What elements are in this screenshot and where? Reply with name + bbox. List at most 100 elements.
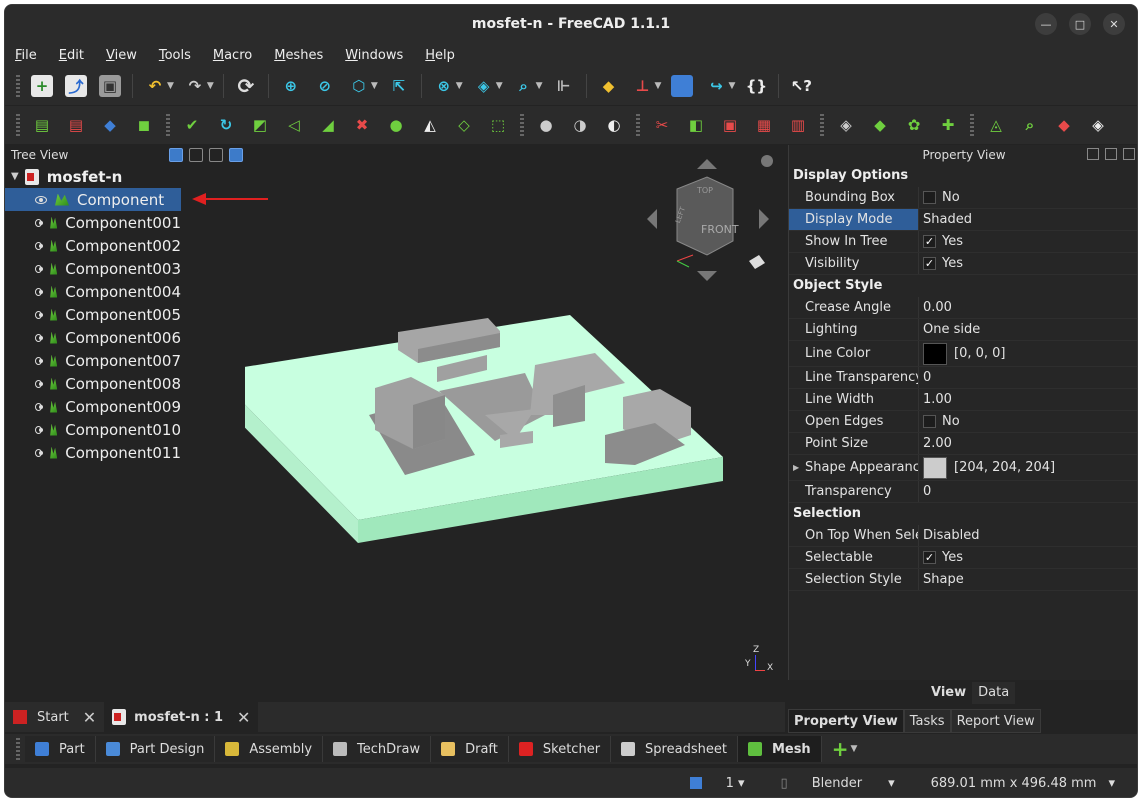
close-button[interactable]: ✕ [1103, 13, 1125, 35]
mesh-vertex-icon[interactable]: ◈ [1087, 114, 1109, 136]
property-value-cell[interactable]: 1.00 [919, 389, 1137, 410]
zoom-dropdown-icon[interactable]: ▼ [536, 81, 543, 91]
workbench-techdraw[interactable]: TechDraw [323, 736, 432, 762]
new-document-icon[interactable]: + [31, 75, 53, 97]
workbench-draft[interactable]: Draft [431, 736, 509, 762]
property-group-header[interactable]: Selection [789, 503, 1137, 525]
property-row[interactable]: Bounding Box No [789, 187, 1137, 209]
whats-this-icon[interactable]: ↖? [790, 75, 812, 97]
collapse-arrow-icon[interactable]: ▼ [11, 171, 19, 182]
color-swatch[interactable] [923, 342, 947, 365]
property-row[interactable]: On Top When Sele... Disabled [789, 525, 1137, 547]
tree-sync-icon[interactable] [189, 148, 203, 162]
property-row[interactable]: Selectable ✓ Yes [789, 547, 1137, 569]
tab-mosfet-n[interactable]: mosfet-n : 1 ✕ [104, 702, 259, 732]
workbench-part-design[interactable]: Part Design [95, 736, 216, 762]
mesh-cut-icon[interactable]: ✂ [651, 114, 673, 136]
tree-item[interactable]: Component004 [5, 280, 181, 303]
redo-icon[interactable]: ↷ [184, 75, 206, 97]
mesh-export-icon[interactable]: ▤ [65, 114, 87, 136]
tree-item[interactable]: Component008 [5, 372, 181, 395]
navcube-menu-icon[interactable] [761, 155, 773, 167]
mesh-smooth-icon[interactable]: ● [385, 114, 407, 136]
visibility-eye-icon[interactable] [35, 402, 44, 411]
box-view-dropdown-icon[interactable]: ▼ [496, 81, 503, 91]
mesh-polyhedron-icon[interactable]: ◬ [985, 114, 1007, 136]
tree-item[interactable]: Component005 [5, 303, 181, 326]
property-value-cell[interactable]: 2.00 [919, 433, 1137, 454]
fit-selection-icon[interactable]: ⊘ [314, 75, 336, 97]
view-isometric-icon[interactable]: ⬡ [348, 75, 370, 97]
link-icon[interactable]: ↪ [705, 75, 727, 97]
property-checkbox[interactable] [923, 415, 936, 428]
tree-dock-icon[interactable] [229, 148, 243, 162]
property-row[interactable]: Selection Style Shape [789, 569, 1137, 591]
mesh-segment-icon[interactable]: ◈ [835, 114, 857, 136]
link-dropdown-icon[interactable]: ▼ [728, 81, 735, 91]
property-row[interactable]: ▶ Shape Appearance [204, 204, 204] [789, 455, 1137, 481]
mesh-remesh-icon[interactable]: ◼ [133, 114, 155, 136]
property-row[interactable]: Line Width 1.00 [789, 389, 1137, 411]
visibility-eye-icon[interactable] [35, 425, 44, 434]
coordinate-dropdown-icon[interactable]: ▼ [655, 81, 662, 91]
coordinate-system-icon[interactable]: ⊥ [632, 75, 654, 97]
property-value-cell[interactable]: Shaded [919, 209, 1137, 230]
navcube-right-arrow-icon[interactable] [759, 209, 769, 229]
navigation-style-selector[interactable]: ▯ Blender ▾ [763, 776, 895, 791]
mesh-import-icon[interactable]: ▤ [31, 114, 53, 136]
mesh-union-icon[interactable]: ● [535, 114, 557, 136]
undo-dropdown-icon[interactable]: ▼ [167, 81, 174, 91]
color-swatch[interactable] [923, 456, 947, 479]
draw-style-icon[interactable]: ⊗ [433, 75, 455, 97]
property-float-icon[interactable] [1087, 148, 1099, 160]
menu-file[interactable]: File [15, 48, 37, 63]
property-dock-icon[interactable] [1105, 148, 1117, 160]
redo-dropdown-icon[interactable]: ▼ [207, 81, 214, 91]
visibility-eye-icon[interactable] [35, 310, 44, 319]
mesh-inspect-icon[interactable]: ⌕ [1019, 114, 1041, 136]
navcube-top-label[interactable]: TOP [696, 186, 713, 195]
macro-braces-icon[interactable]: {} [745, 75, 767, 97]
tab-view[interactable]: View [925, 682, 973, 704]
property-checkbox[interactable]: ✓ [923, 257, 936, 270]
tree-item[interactable]: Component001 [5, 211, 181, 234]
add-workbench-dropdown-icon[interactable]: ▼ [850, 744, 857, 754]
mesh-scale-icon[interactable]: ◭ [419, 114, 441, 136]
mesh-cross-sections-icon[interactable]: ▥ [787, 114, 809, 136]
mesh-analyze-icon[interactable]: ✔ [181, 114, 203, 136]
mesh-intersection-icon[interactable]: ◑ [569, 114, 591, 136]
group-folder-icon[interactable] [671, 75, 694, 97]
property-row[interactable]: Lighting One side [789, 319, 1137, 341]
navcube-left-arrow-icon[interactable] [647, 209, 657, 229]
property-value-cell[interactable]: One side [919, 319, 1137, 340]
property-close-icon[interactable] [1123, 148, 1135, 160]
visibility-eye-icon[interactable] [35, 448, 44, 457]
property-row[interactable]: Crease Angle 0.00 [789, 297, 1137, 319]
mesh-add-facet-icon[interactable]: ◢ [317, 114, 339, 136]
part-icon[interactable]: ◆ [598, 75, 620, 97]
tree-item[interactable]: Component003 [5, 257, 181, 280]
property-value-cell[interactable]: [0, 0, 0] [919, 341, 1137, 366]
property-value-cell[interactable]: Shape [919, 569, 1137, 590]
mesh-section-icon[interactable]: ▦ [753, 114, 775, 136]
visibility-eye-icon[interactable] [35, 264, 44, 273]
navcube-small-cube-icon[interactable] [749, 255, 765, 269]
workbench-spreadsheet[interactable]: Spreadsheet [611, 736, 738, 762]
open-document-icon[interactable]: ⤴ [65, 75, 87, 97]
property-row[interactable]: Point Size 2.00 [789, 433, 1137, 455]
menu-macro[interactable]: Macro [213, 48, 252, 63]
menu-edit[interactable]: Edit [59, 48, 84, 63]
dimension-selector[interactable]: 689.01 mm x 496.48 mm ▾ [913, 776, 1115, 791]
workbench-sketcher[interactable]: Sketcher [508, 736, 612, 762]
close-tab-icon[interactable]: ✕ [237, 708, 250, 727]
tab-start[interactable]: Start ✕ [5, 702, 104, 732]
save-icon[interactable]: ▣ [99, 75, 121, 97]
tree-item[interactable]: Component002 [5, 234, 181, 257]
mesh-evaluate-icon[interactable]: ✿ [903, 114, 925, 136]
mesh-segment-best-fit-icon[interactable]: ◆ [869, 114, 891, 136]
tree-item[interactable]: Component009 [5, 395, 181, 418]
view-dropdown-icon[interactable]: ▼ [371, 81, 378, 91]
property-row[interactable]: Display Mode Shaded [789, 209, 1137, 231]
mesh-decimate-icon[interactable]: ◇ [453, 114, 475, 136]
mesh-harmonize-icon[interactable]: ↻ [215, 114, 237, 136]
